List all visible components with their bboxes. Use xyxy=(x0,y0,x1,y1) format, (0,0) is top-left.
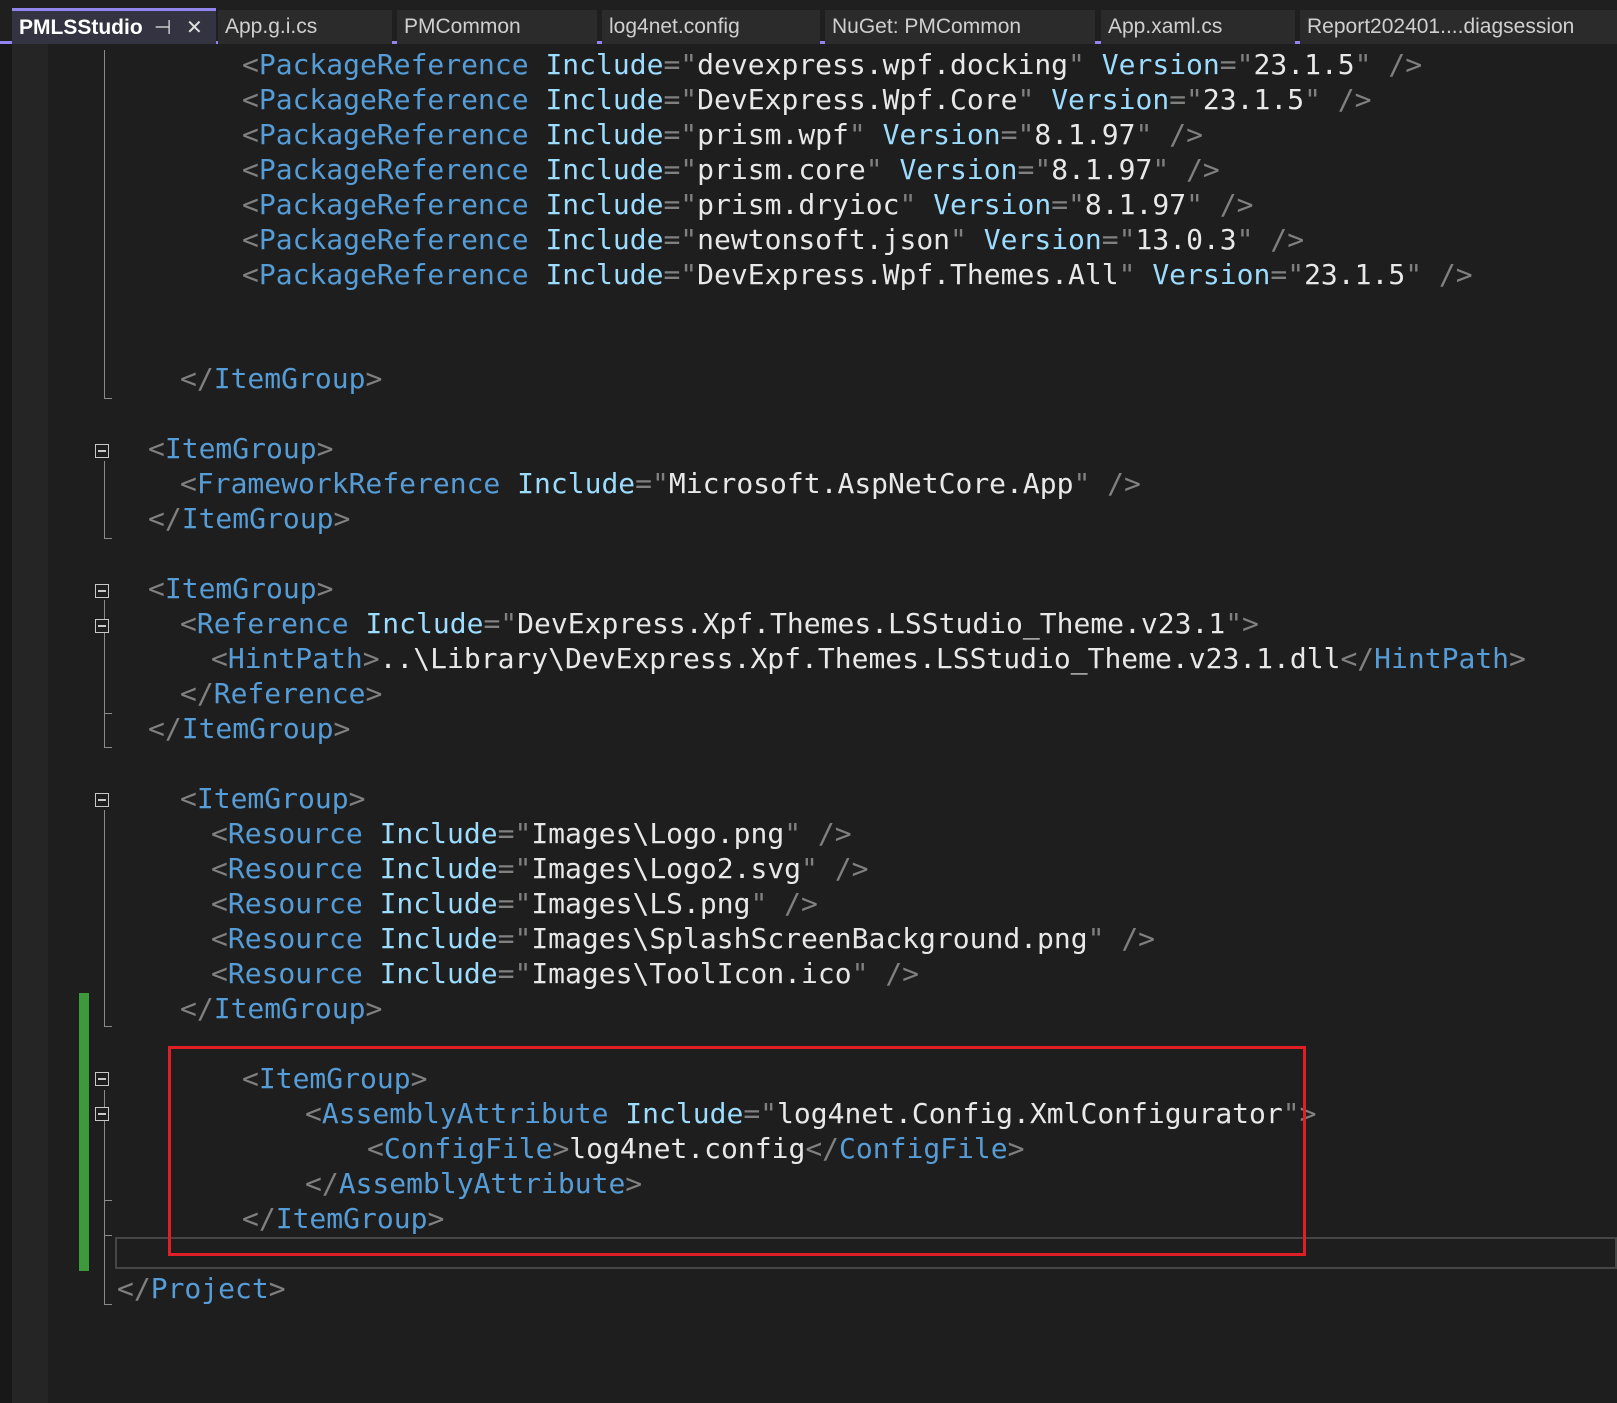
tab-nuget-pmcommon[interactable]: NuGet: PMCommon xyxy=(825,10,1095,44)
annotation-highlight-box xyxy=(168,1046,1306,1256)
code-line[interactable]: <FrameworkReference Include="Microsoft.A… xyxy=(180,466,1141,502)
tab-label: Report202401....diagsession xyxy=(1307,15,1575,38)
editor-left-strip xyxy=(0,44,12,1403)
outline-guide xyxy=(104,50,105,399)
code-line[interactable]: <Resource Include="Images\LS.png" /> xyxy=(211,886,818,922)
outline-guide-end xyxy=(104,713,112,714)
code-line[interactable]: </Reference> xyxy=(180,676,382,712)
tab-pmlsstudio[interactable]: PMLSStudio ⊣ ✕ xyxy=(12,8,216,44)
tab-label: PMLSStudio xyxy=(19,15,143,39)
collapse-icon[interactable] xyxy=(95,1107,109,1121)
outline-guide-end xyxy=(104,1235,112,1236)
outline-guide-end xyxy=(104,398,112,399)
outline-guide-end xyxy=(104,538,112,539)
code-line[interactable]: </ItemGroup> xyxy=(148,501,350,537)
outline-guide xyxy=(104,461,105,539)
outline-guide xyxy=(104,810,105,1027)
tab-log4net-config[interactable]: log4net.config xyxy=(602,10,820,44)
outline-guide-end xyxy=(104,1200,112,1201)
tab-report-diagsession[interactable]: Report202401....diagsession xyxy=(1300,10,1617,44)
document-tab-strip: PMLSStudio ⊣ ✕ App.g.i.cs PMCommon log4n… xyxy=(0,0,1617,44)
close-icon[interactable]: ✕ xyxy=(186,15,203,40)
tab-pmcommon[interactable]: PMCommon xyxy=(397,10,597,44)
collapse-icon[interactable] xyxy=(95,584,109,598)
code-line[interactable]: <PackageReference Include="DevExpress.Wp… xyxy=(242,257,1473,293)
code-line[interactable]: <Resource Include="Images\Logo.png" /> xyxy=(211,816,852,852)
code-line[interactable]: <Resource Include="Images\ToolIcon.ico" … xyxy=(211,956,919,992)
outline-guide-end xyxy=(104,747,112,748)
code-line[interactable]: <PackageReference Include="DevExpress.Wp… xyxy=(242,82,1372,118)
unsaved-change-bar xyxy=(79,993,89,1271)
tab-label: App.g.i.cs xyxy=(225,15,318,38)
code-line[interactable]: <PackageReference Include="devexpress.wp… xyxy=(242,47,1422,83)
outline-guide-end xyxy=(104,1304,112,1305)
code-line[interactable]: <Reference Include="DevExpress.Xpf.Theme… xyxy=(180,606,1259,642)
tab-label: PMCommon xyxy=(404,15,521,38)
collapse-icon[interactable] xyxy=(95,1072,109,1086)
collapse-icon[interactable] xyxy=(95,444,109,458)
code-line[interactable]: <ItemGroup> xyxy=(148,431,333,467)
tab-app-g-i-cs[interactable]: App.g.i.cs xyxy=(218,10,392,44)
code-line[interactable]: </Project> xyxy=(117,1271,286,1307)
code-line[interactable]: </ItemGroup> xyxy=(180,991,382,1027)
outline-guide xyxy=(104,1090,105,1305)
code-line[interactable]: <PackageReference Include="prism.wpf" Ve… xyxy=(242,117,1203,153)
editor-glyph-margin xyxy=(12,44,48,1403)
code-line[interactable]: </ItemGroup> xyxy=(180,361,382,397)
code-line[interactable]: </ItemGroup> xyxy=(148,711,350,747)
code-line[interactable]: <ItemGroup> xyxy=(148,571,333,607)
outline-guide-end xyxy=(104,1026,112,1027)
tab-app-xaml-cs[interactable]: App.xaml.cs xyxy=(1101,10,1295,44)
code-line[interactable]: <Resource Include="Images\Logo2.svg" /> xyxy=(211,851,868,887)
collapse-icon[interactable] xyxy=(95,619,109,633)
code-line[interactable]: <PackageReference Include="prism.core" V… xyxy=(242,152,1220,188)
tab-label: NuGet: PMCommon xyxy=(832,15,1022,38)
code-line[interactable]: <HintPath>..\Library\DevExpress.Xpf.Them… xyxy=(211,641,1526,677)
collapse-icon[interactable] xyxy=(95,793,109,807)
code-line[interactable]: <PackageReference Include="newtonsoft.js… xyxy=(242,222,1304,258)
code-line[interactable]: <ItemGroup> xyxy=(180,781,365,817)
tab-label: App.xaml.cs xyxy=(1108,15,1223,38)
pin-icon[interactable]: ⊣ xyxy=(154,15,171,40)
code-line[interactable]: <PackageReference Include="prism.dryioc"… xyxy=(242,187,1254,223)
code-line[interactable]: <Resource Include="Images\SplashScreenBa… xyxy=(211,921,1155,957)
tab-label: log4net.config xyxy=(609,15,740,38)
